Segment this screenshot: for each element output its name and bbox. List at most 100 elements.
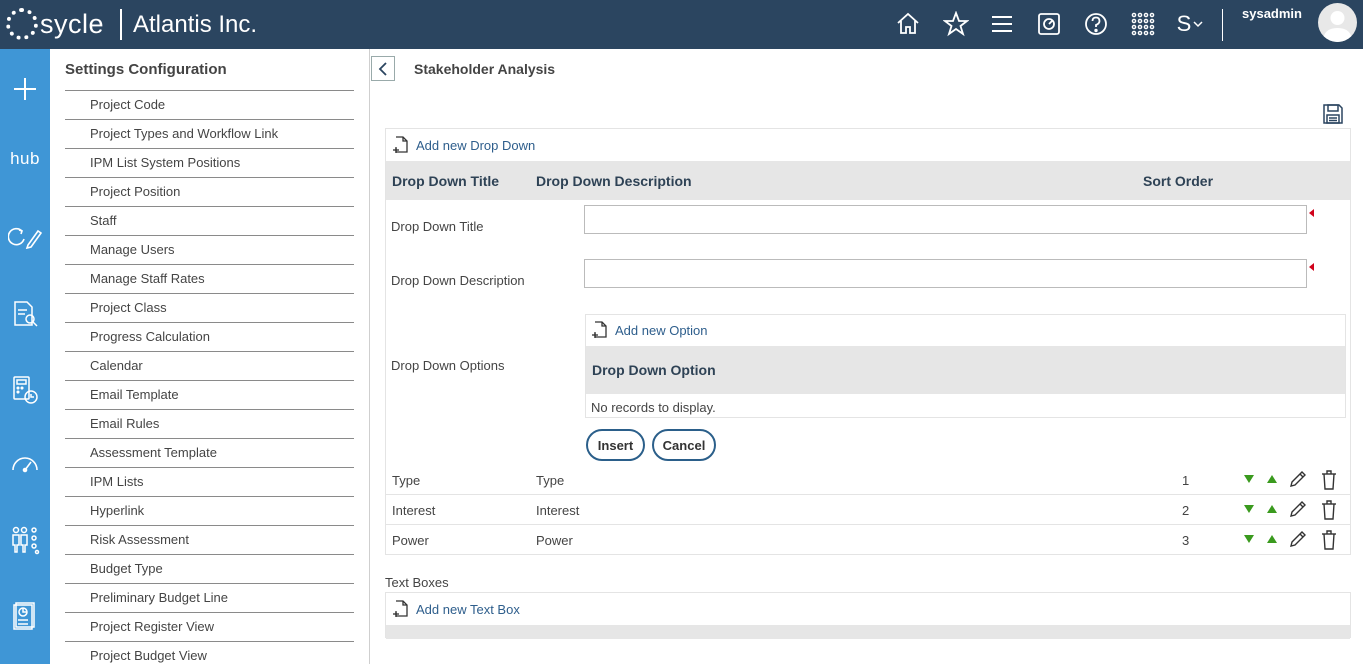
move-down-icon[interactable] bbox=[1244, 475, 1254, 483]
delete-trash-icon[interactable] bbox=[1321, 500, 1337, 520]
edit-pencil-icon[interactable] bbox=[1289, 500, 1307, 518]
add-option-link[interactable]: Add new Option bbox=[591, 321, 708, 339]
star-icon[interactable] bbox=[940, 8, 972, 40]
move-up-icon[interactable] bbox=[1267, 475, 1277, 483]
settings-item[interactable]: Project Code bbox=[65, 91, 354, 120]
settings-item[interactable]: Progress Calculation bbox=[65, 323, 354, 352]
text-boxes-grid: Add new Text Box bbox=[385, 592, 1351, 639]
help-desk-icon[interactable] bbox=[1033, 8, 1065, 40]
main-content: Stakeholder Analysis Add new Drop Down D… bbox=[370, 49, 1363, 664]
edit-pencil-icon[interactable] bbox=[1289, 530, 1307, 548]
add-document-icon bbox=[393, 136, 408, 153]
settings-item[interactable]: Project Position bbox=[65, 178, 354, 207]
back-button[interactable] bbox=[371, 56, 395, 81]
add-document-icon bbox=[393, 600, 408, 617]
settings-item[interactable]: Project Types and Workflow Link bbox=[65, 120, 354, 149]
table-row[interactable]: Interest Interest 2 bbox=[386, 495, 1350, 525]
move-down-icon[interactable] bbox=[1244, 505, 1254, 513]
settings-item[interactable]: Risk Assessment bbox=[65, 526, 354, 555]
dropdown-title-label: Drop Down Title bbox=[391, 219, 484, 234]
required-indicator-icon bbox=[1309, 209, 1314, 217]
move-up-icon[interactable] bbox=[1267, 535, 1277, 543]
hub-link[interactable]: hub bbox=[0, 139, 50, 179]
dropdown-grid: Add new Drop Down Drop Down Title Drop D… bbox=[385, 128, 1351, 555]
move-up-icon[interactable] bbox=[1267, 505, 1277, 513]
delete-trash-icon[interactable] bbox=[1321, 530, 1337, 550]
page-title: Stakeholder Analysis bbox=[414, 61, 556, 77]
add-icon[interactable] bbox=[0, 69, 50, 109]
edit-pencil-icon[interactable] bbox=[1289, 470, 1307, 488]
settings-item[interactable]: Manage Staff Rates bbox=[65, 265, 354, 294]
row-title: Interest bbox=[392, 503, 436, 518]
move-down-icon[interactable] bbox=[1244, 535, 1254, 543]
settings-item[interactable]: Calendar bbox=[65, 352, 354, 381]
settings-item[interactable]: IPM Lists bbox=[65, 468, 354, 497]
settings-item[interactable]: Email Rules bbox=[65, 410, 354, 439]
people-hierarchy-icon[interactable] bbox=[0, 520, 50, 560]
settings-title: Settings Configuration bbox=[65, 61, 227, 78]
add-text-box-link[interactable]: Add new Text Box bbox=[392, 600, 520, 618]
column-header-sort-order[interactable]: Sort Order bbox=[1143, 173, 1213, 189]
sycle-logo[interactable]: sycle bbox=[6, 6, 104, 42]
add-dropdown-link[interactable]: Add new Drop Down bbox=[392, 136, 535, 154]
dropdown-description-input[interactable] bbox=[584, 259, 1307, 288]
menu-icon[interactable] bbox=[986, 8, 1018, 40]
settings-panel: Settings Configuration Project Code Proj… bbox=[50, 49, 370, 664]
document-search-icon[interactable] bbox=[0, 294, 50, 334]
home-icon[interactable] bbox=[892, 8, 924, 40]
delete-trash-icon[interactable] bbox=[1321, 470, 1337, 490]
insert-button[interactable]: Insert bbox=[586, 429, 645, 461]
sycle-switch-icon[interactable]: S bbox=[1173, 8, 1207, 40]
column-header-option[interactable]: Drop Down Option bbox=[592, 362, 716, 378]
row-title: Type bbox=[392, 473, 421, 488]
hub-label: hub bbox=[10, 149, 40, 168]
save-icon[interactable] bbox=[1322, 103, 1344, 125]
username[interactable]: sysadmin bbox=[1242, 6, 1302, 21]
gauge-icon[interactable] bbox=[0, 444, 50, 484]
table-row[interactable]: Type Type 1 bbox=[386, 465, 1350, 495]
settings-item[interactable]: Staff bbox=[65, 207, 354, 236]
settings-item[interactable]: Hyperlink bbox=[65, 497, 354, 526]
top-bar: sycle Atlantis Inc. S sysadmin bbox=[0, 0, 1363, 49]
row-description: Type bbox=[536, 473, 565, 488]
apps-grid-icon[interactable] bbox=[1127, 8, 1159, 40]
row-description: Interest bbox=[536, 503, 580, 518]
cancel-button[interactable]: Cancel bbox=[652, 429, 716, 461]
settings-item[interactable]: Project Class bbox=[65, 294, 354, 323]
help-icon[interactable] bbox=[1080, 8, 1112, 40]
settings-item[interactable]: Email Template bbox=[65, 381, 354, 410]
dropdown-grid-header: Drop Down Title Drop Down Description So… bbox=[386, 161, 1350, 200]
row-sort-order: 3 bbox=[1182, 533, 1190, 548]
settings-item[interactable]: Project Register View bbox=[65, 613, 354, 642]
avatar[interactable] bbox=[1318, 3, 1357, 42]
no-records-message: No records to display. bbox=[591, 400, 716, 415]
settings-list: Project Code Project Types and Workflow … bbox=[65, 90, 354, 664]
row-sort-order: 2 bbox=[1182, 503, 1190, 518]
add-text-box-label: Add new Text Box bbox=[416, 601, 520, 617]
company-name: Atlantis Inc. bbox=[133, 11, 258, 38]
settings-item[interactable]: Manage Users bbox=[65, 236, 354, 265]
options-grid: Add new Option Drop Down Option No recor… bbox=[585, 314, 1346, 418]
refresh-edit-icon[interactable] bbox=[0, 217, 50, 257]
row-title: Power bbox=[392, 533, 429, 548]
dropdown-description-label: Drop Down Description bbox=[391, 273, 525, 288]
column-header-title[interactable]: Drop Down Title bbox=[392, 173, 499, 189]
text-boxes-label: Text Boxes bbox=[385, 575, 449, 590]
settings-item[interactable]: Project Budget View bbox=[65, 642, 354, 664]
report-icon[interactable] bbox=[0, 595, 50, 635]
text-boxes-grid-header bbox=[386, 625, 1350, 639]
required-indicator-icon bbox=[1309, 263, 1314, 271]
chevron-down-icon bbox=[1193, 21, 1203, 28]
column-header-description[interactable]: Drop Down Description bbox=[536, 173, 692, 189]
dropdown-options-label: Drop Down Options bbox=[391, 358, 505, 373]
table-row[interactable]: Power Power 3 bbox=[386, 525, 1350, 555]
settings-item[interactable]: Preliminary Budget Line bbox=[65, 584, 354, 613]
left-rail: hub bbox=[0, 49, 50, 664]
dropdown-title-input[interactable] bbox=[584, 205, 1307, 234]
add-option-label: Add new Option bbox=[615, 322, 708, 338]
calculator-clock-icon[interactable] bbox=[0, 370, 50, 410]
settings-item[interactable]: Assessment Template bbox=[65, 439, 354, 468]
chevron-left-icon bbox=[378, 61, 387, 76]
settings-item[interactable]: IPM List System Positions bbox=[65, 149, 354, 178]
settings-item[interactable]: Budget Type bbox=[65, 555, 354, 584]
